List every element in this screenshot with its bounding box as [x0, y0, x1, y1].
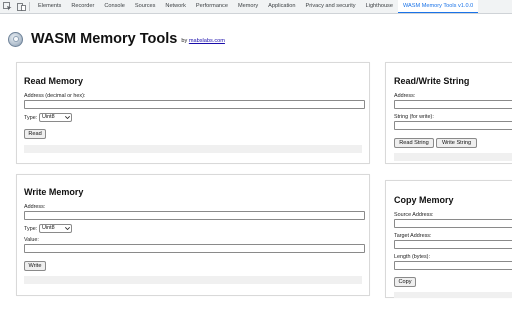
- devtools-tab-wasm-memory-tools-v1-0-0[interactable]: WASM Memory Tools v1.0.0: [397, 0, 479, 13]
- rw-string-panel: Read/Write String Address: String (for w…: [385, 62, 512, 164]
- read-memory-title: Read Memory: [24, 76, 84, 86]
- read-type-value: Uint8: [42, 114, 55, 120]
- rw-address-label: Address:: [394, 93, 416, 99]
- devtools-tab-privacy-and-security[interactable]: Privacy and security: [301, 0, 361, 13]
- devtools-tab-network[interactable]: Network: [160, 0, 191, 13]
- write-type-select[interactable]: Uint8: [39, 224, 72, 233]
- copy-result-area: [394, 292, 512, 298]
- copy-button[interactable]: Copy: [394, 277, 416, 287]
- devtools-tab-lighthouse[interactable]: Lighthouse: [361, 0, 398, 13]
- copy-source-label: Source Address:: [394, 212, 434, 218]
- devtools-tab-bar: Elements Recorder Console Sources Network Per…: [0, 0, 512, 14]
- copy-memory-title: Copy Memory: [394, 195, 454, 205]
- devtools-tabs: Elements Recorder Console Sources Network Per…: [33, 0, 479, 13]
- read-type-label: Type:: [24, 115, 38, 121]
- rw-address-input[interactable]: [394, 100, 512, 109]
- wasm-logo-icon: [8, 31, 23, 47]
- devtools-tab-memory[interactable]: Memory: [233, 0, 263, 13]
- read-result-area: [24, 145, 362, 153]
- copy-memory-panel: Copy Memory Source Address: Target Addre…: [385, 180, 512, 298]
- write-value-label: Value:: [24, 237, 39, 243]
- read-string-button[interactable]: Read String: [394, 138, 434, 148]
- byline-prefix: by: [181, 38, 188, 44]
- copy-length-input[interactable]: [394, 261, 512, 270]
- write-type-value: Uint8: [42, 225, 55, 231]
- rw-string-title: Read/Write String: [394, 76, 470, 86]
- read-memory-panel: Read Memory Address (decimal or hex): Ty…: [16, 62, 370, 164]
- copy-target-input[interactable]: [394, 240, 512, 249]
- write-string-button[interactable]: Write String: [436, 138, 477, 148]
- devtools-tab-performance[interactable]: Performance: [191, 0, 233, 13]
- write-result-area: [24, 276, 362, 284]
- chevron-down-icon: [63, 116, 71, 119]
- read-type-select[interactable]: Uint8: [39, 113, 72, 122]
- devtools-tab-application[interactable]: Application: [263, 0, 300, 13]
- write-address-label: Address:: [24, 204, 46, 210]
- device-toolbar-icon[interactable]: [14, 0, 28, 13]
- write-button[interactable]: Write: [24, 261, 46, 271]
- page-title: WASM Memory Tools: [31, 31, 178, 47]
- copy-length-label: Length (bytes):: [394, 254, 430, 260]
- chevron-down-icon: [63, 227, 71, 230]
- copy-target-label: Target Address:: [394, 233, 432, 239]
- devtools-tab-sources[interactable]: Sources: [130, 0, 161, 13]
- write-value-input[interactable]: [24, 244, 365, 253]
- write-memory-title: Write Memory: [24, 187, 84, 197]
- rw-string-result-area: [394, 153, 512, 161]
- devtools-tab-recorder[interactable]: Recorder: [66, 0, 99, 13]
- rw-string-input[interactable]: [394, 121, 512, 130]
- read-address-label: Address (decimal or hex):: [24, 93, 86, 99]
- read-button[interactable]: Read: [24, 129, 46, 139]
- write-type-label: Type:: [24, 226, 38, 232]
- rw-string-label: String (for write):: [394, 114, 434, 120]
- write-address-input[interactable]: [24, 211, 365, 220]
- copy-source-input[interactable]: [394, 219, 512, 228]
- devtools-tab-elements[interactable]: Elements: [33, 0, 66, 13]
- page-header: WASM Memory Tools by mabslabs.com: [8, 30, 225, 48]
- byline: by mabslabs.com: [181, 38, 225, 44]
- inspect-element-icon[interactable]: [0, 0, 14, 13]
- author-link[interactable]: mabslabs.com: [189, 38, 225, 44]
- toolbar-divider: [29, 2, 30, 11]
- devtools-tab-console[interactable]: Console: [99, 0, 130, 13]
- read-address-input[interactable]: [24, 100, 365, 109]
- write-memory-panel: Write Memory Address: Type: Uint8 Value:…: [16, 174, 370, 296]
